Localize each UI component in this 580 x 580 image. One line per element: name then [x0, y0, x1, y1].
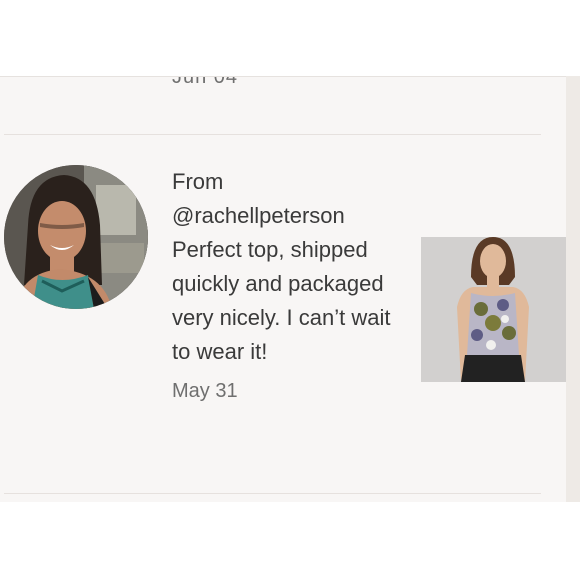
- bottom-blank-area: [0, 502, 580, 580]
- message-divider: [4, 493, 541, 494]
- avatar-photo-icon: [4, 165, 148, 309]
- sender-username[interactable]: @rachellpeterson: [172, 199, 412, 233]
- sender-avatar[interactable]: [4, 165, 148, 309]
- message-thread: Jun 04 From @rachellpeterson Perfect top…: [0, 76, 566, 503]
- message-body: From @rachellpeterson Perfect top, shipp…: [172, 165, 412, 405]
- message-divider: [4, 134, 541, 135]
- message-date: May 31: [172, 380, 238, 402]
- message-text: Perfect top, shipped quickly and package…: [172, 237, 391, 364]
- product-thumbnail[interactable]: [421, 237, 566, 382]
- scrollbar[interactable]: [566, 76, 580, 502]
- from-label: From: [172, 169, 224, 194]
- product-photo-icon: [421, 237, 566, 382]
- previous-message-date: Jun 04: [172, 76, 239, 88]
- top-blank-area: [0, 0, 580, 76]
